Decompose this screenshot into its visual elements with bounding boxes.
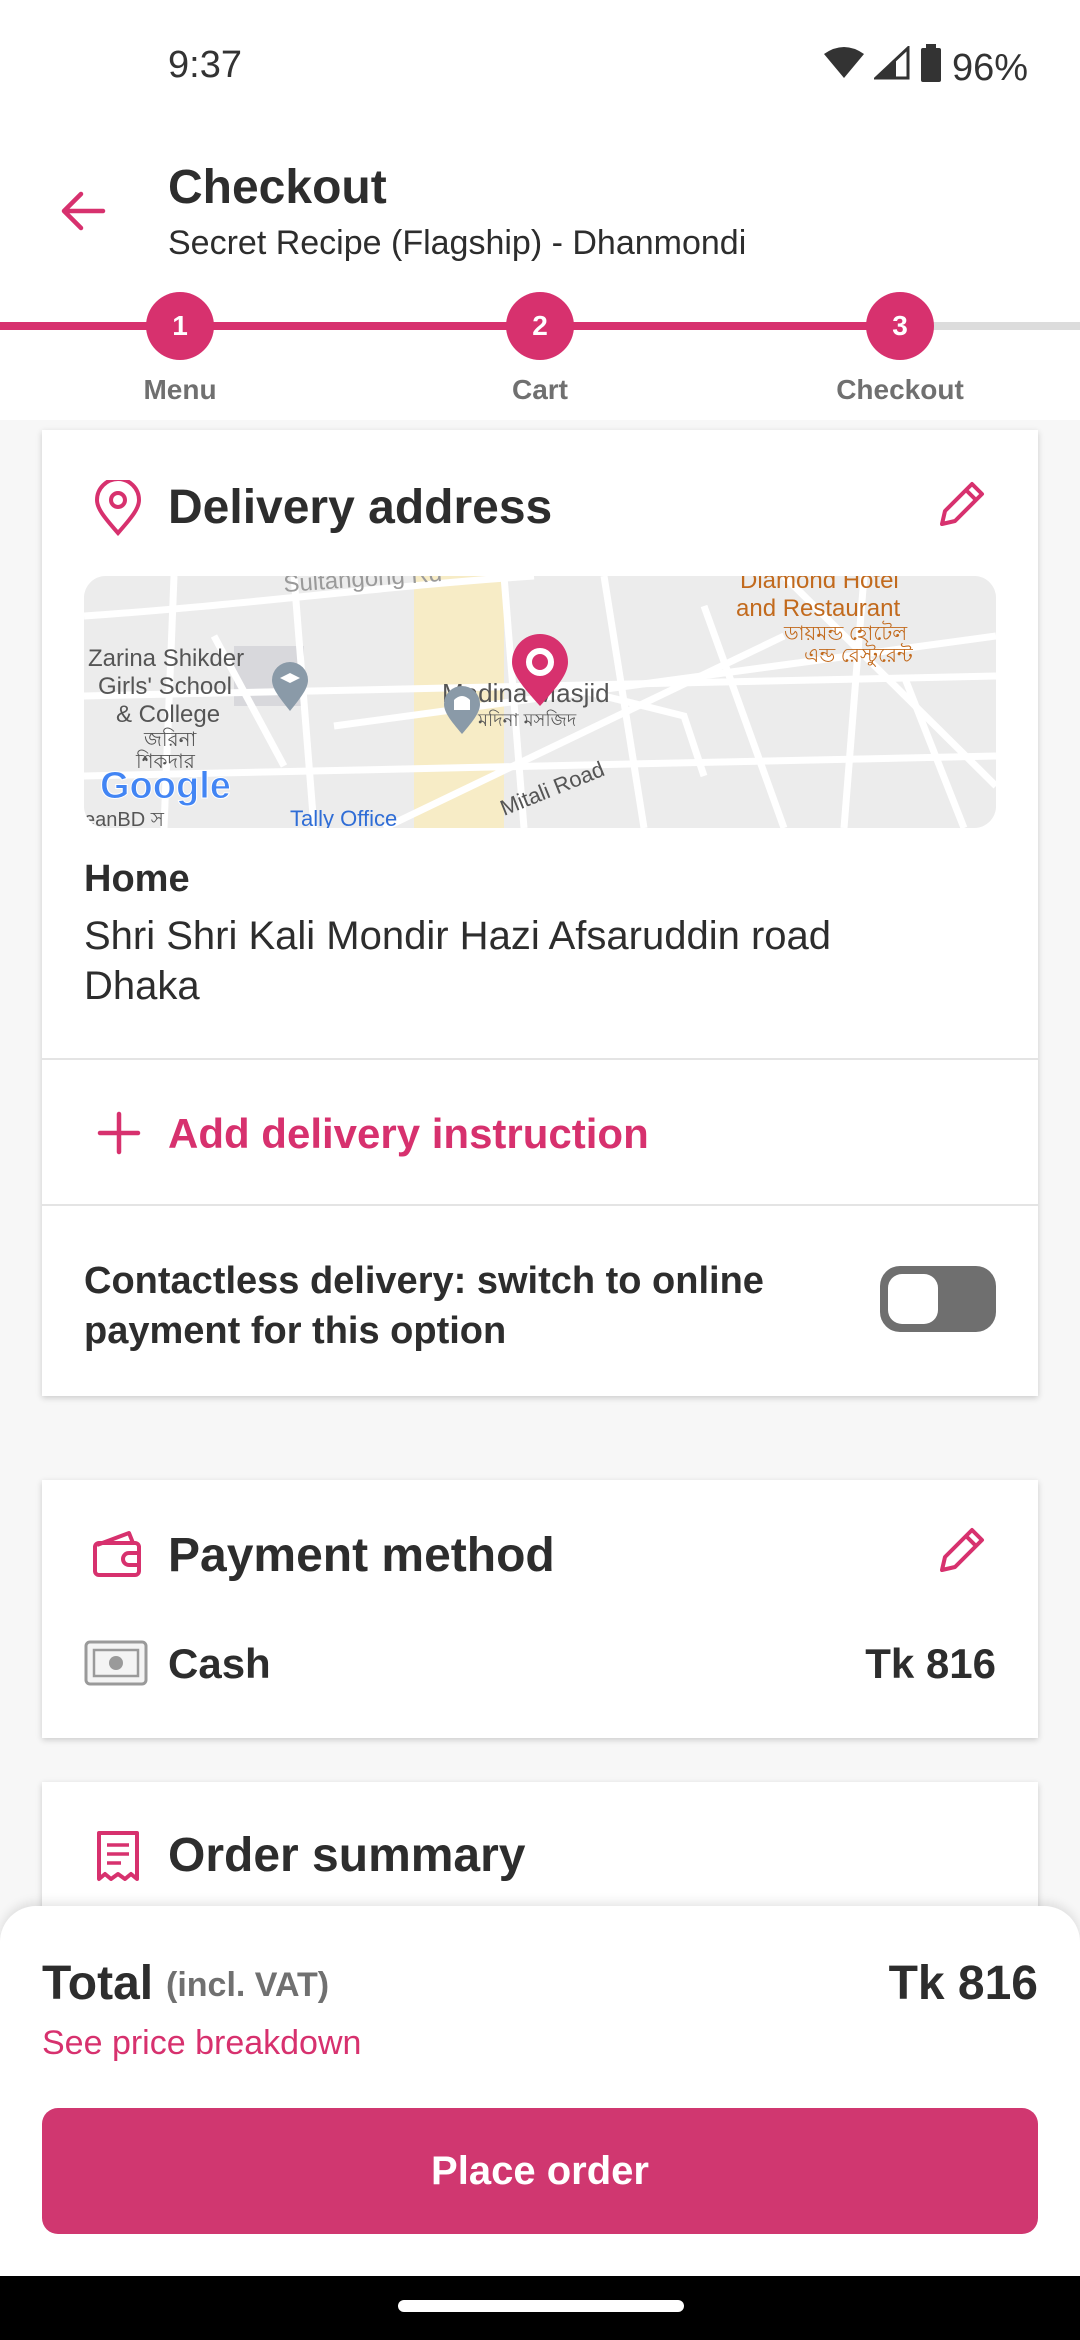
status-icons: 96% xyxy=(823,44,1028,92)
google-logo: Google xyxy=(100,765,231,807)
step-checkout-circle[interactable]: 3 xyxy=(866,292,934,360)
page-title: Checkout xyxy=(168,161,387,214)
order-summary-title: Order summary xyxy=(168,1829,526,1882)
divider xyxy=(42,1058,1038,1060)
delivery-map[interactable]: Sultangong Rd Zarina Shikder Girls' Scho… xyxy=(84,576,996,828)
step-cart-label: Cart xyxy=(511,374,568,405)
map-label-school-2: Girls' School xyxy=(98,673,232,700)
map-label-tally: Tally Office xyxy=(290,806,397,828)
map-label-hotel: Diamond Hotel xyxy=(740,576,899,594)
total-label: Total xyxy=(42,1957,154,2010)
delivery-address-title: Delivery address xyxy=(168,481,553,534)
battery-icon xyxy=(920,44,942,92)
payment-method-title: Payment method xyxy=(168,1529,555,1582)
back-button[interactable] xyxy=(50,180,116,246)
receipt-icon xyxy=(88,1826,148,1886)
contactless-delivery-text: Contactless delivery: switch to online p… xyxy=(84,1260,764,1352)
address-line-2: Dhaka xyxy=(84,964,200,1008)
edit-address-button[interactable] xyxy=(932,476,992,536)
map-label-clean: eanBD স xyxy=(84,809,165,828)
step-checkout-label: Checkout xyxy=(836,374,964,405)
delivery-address-card: Delivery address Sultangong Rd Zarina Sh… xyxy=(42,430,1038,1396)
arrow-left-icon xyxy=(59,190,107,237)
checkout-footer: Total (incl. VAT) Tk 816 See price break… xyxy=(0,1906,1080,2276)
edit-payment-button[interactable] xyxy=(932,1522,992,1582)
system-nav-bar xyxy=(0,2276,1080,2340)
vat-note: (incl. VAT) xyxy=(166,1966,330,2004)
home-gesture-handle[interactable] xyxy=(398,2300,684,2312)
wifi-icon xyxy=(823,46,864,90)
app-header: Checkout Secret Recipe (Flagship) - Dhan… xyxy=(0,140,1080,290)
divider xyxy=(42,1204,1038,1206)
add-delivery-instruction-label: Add delivery instruction xyxy=(168,1110,649,1157)
pencil-icon xyxy=(936,1524,988,1581)
signal-icon xyxy=(872,44,910,90)
toggle-knob xyxy=(888,1274,938,1324)
stepper-progress-line xyxy=(0,322,900,330)
total-amount: Tk 816 xyxy=(888,1957,1038,2010)
restaurant-name: Secret Recipe (Flagship) - Dhanmondi xyxy=(168,224,747,262)
map-label-hotel-bn: ডায়মন্ড হোটেল xyxy=(783,621,908,645)
checkout-stepper: 1 Menu 2 Cart 3 Checkout xyxy=(0,290,1080,420)
add-delivery-instruction-button[interactable]: Add delivery instruction xyxy=(42,1062,1038,1204)
map-label-masjid-bn: মদিনা মসজিদ xyxy=(477,710,577,730)
pencil-icon xyxy=(936,478,988,535)
payment-method-card: Payment method Cash Tk 816 xyxy=(42,1480,1038,1738)
map-label-school: Zarina Shikder xyxy=(88,645,244,672)
payment-amount: Tk 816 xyxy=(865,1640,996,1687)
battery-percent: 96% xyxy=(951,46,1028,89)
step-cart-circle[interactable]: 2 xyxy=(506,292,574,360)
place-order-button[interactable]: Place order xyxy=(42,2108,1038,2234)
payment-method-name: Cash xyxy=(168,1640,271,1687)
see-price-breakdown-link[interactable]: See price breakdown xyxy=(42,2024,361,2063)
map-label-hotel-2: and Restaurant xyxy=(736,595,900,622)
map-label-school-3: & College xyxy=(116,701,220,728)
plus-icon xyxy=(94,1108,144,1158)
status-time: 9:37 xyxy=(168,44,242,86)
wallet-icon xyxy=(88,1524,148,1584)
address-line-1: Shri Shri Kali Mondir Hazi Afsaruddin ro… xyxy=(84,914,832,958)
map-label-hotel-bn-2: এন্ড রেস্টুরেন্ট xyxy=(804,643,913,667)
step-menu-circle[interactable]: 1 xyxy=(146,292,214,360)
step-menu-label: Menu xyxy=(143,374,217,405)
map-label-school-bn: জরিনা xyxy=(143,728,198,751)
status-bar: 9:37 96% xyxy=(0,0,1080,140)
cash-icon xyxy=(84,1640,148,1691)
address-label: Home xyxy=(84,858,190,900)
contactless-delivery-toggle[interactable] xyxy=(880,1266,996,1332)
location-pin-icon xyxy=(88,478,148,538)
